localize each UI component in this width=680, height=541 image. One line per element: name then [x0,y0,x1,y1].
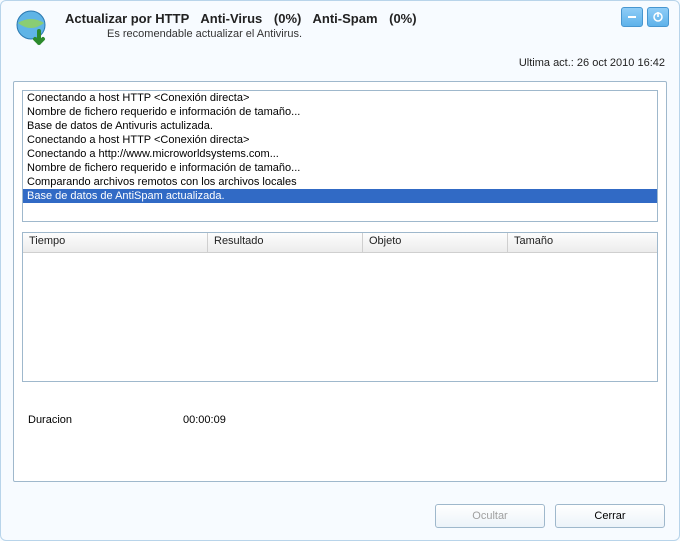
results-table[interactable]: Tiempo Resultado Objeto Tamaño [22,232,658,382]
log-line[interactable]: Nombre de fichero requerido e informació… [23,161,657,175]
duration-value: 00:00:09 [183,414,226,426]
duration-row: Duracion 00:00:09 [22,414,658,426]
log-line[interactable]: Conectando a http://www.microworldsystem… [23,147,657,161]
subtitle: Es recomendable actualizar el Antivirus. [107,28,667,40]
footer: Ocultar Cerrar [435,504,665,528]
close-button[interactable]: Cerrar [555,504,665,528]
duration-label: Duracion [28,414,183,426]
last-update-label: Ultima act.: 26 oct 2010 16:42 [519,57,665,69]
log-box[interactable]: Conectando a host HTTP <Conexión directa… [22,90,658,222]
col-time[interactable]: Tiempo [23,233,208,252]
update-globe-icon [13,9,55,51]
as-pct: (0%) [389,11,416,26]
log-line[interactable]: Nombre de fichero requerido e informació… [23,105,657,119]
window-title: Actualizar por HTTP Anti-Virus (0%) Anti… [65,11,667,26]
log-line[interactable]: Base de datos de AntiSpam actualizada. [23,189,657,203]
log-line[interactable]: Comparando archivos remotos con los arch… [23,175,657,189]
col-result[interactable]: Resultado [208,233,363,252]
header: Actualizar por HTTP Anti-Virus (0%) Anti… [1,1,679,59]
av-pct: (0%) [274,11,301,26]
title-prefix: Actualizar por HTTP [65,11,189,26]
table-header: Tiempo Resultado Objeto Tamaño [23,233,657,253]
col-size[interactable]: Tamaño [508,233,657,252]
log-line[interactable]: Base de datos de Antivuris actulizada. [23,119,657,133]
log-line[interactable]: Conectando a host HTTP <Conexión directa… [23,91,657,105]
col-object[interactable]: Objeto [363,233,508,252]
log-line[interactable]: Conectando a host HTTP <Conexión directa… [23,133,657,147]
power-button[interactable] [647,7,669,27]
minimize-button[interactable] [621,7,643,27]
hide-button[interactable]: Ocultar [435,504,545,528]
av-label: Anti-Virus [200,11,262,26]
as-label: Anti-Spam [313,11,378,26]
content-panel: Conectando a host HTTP <Conexión directa… [13,81,667,482]
